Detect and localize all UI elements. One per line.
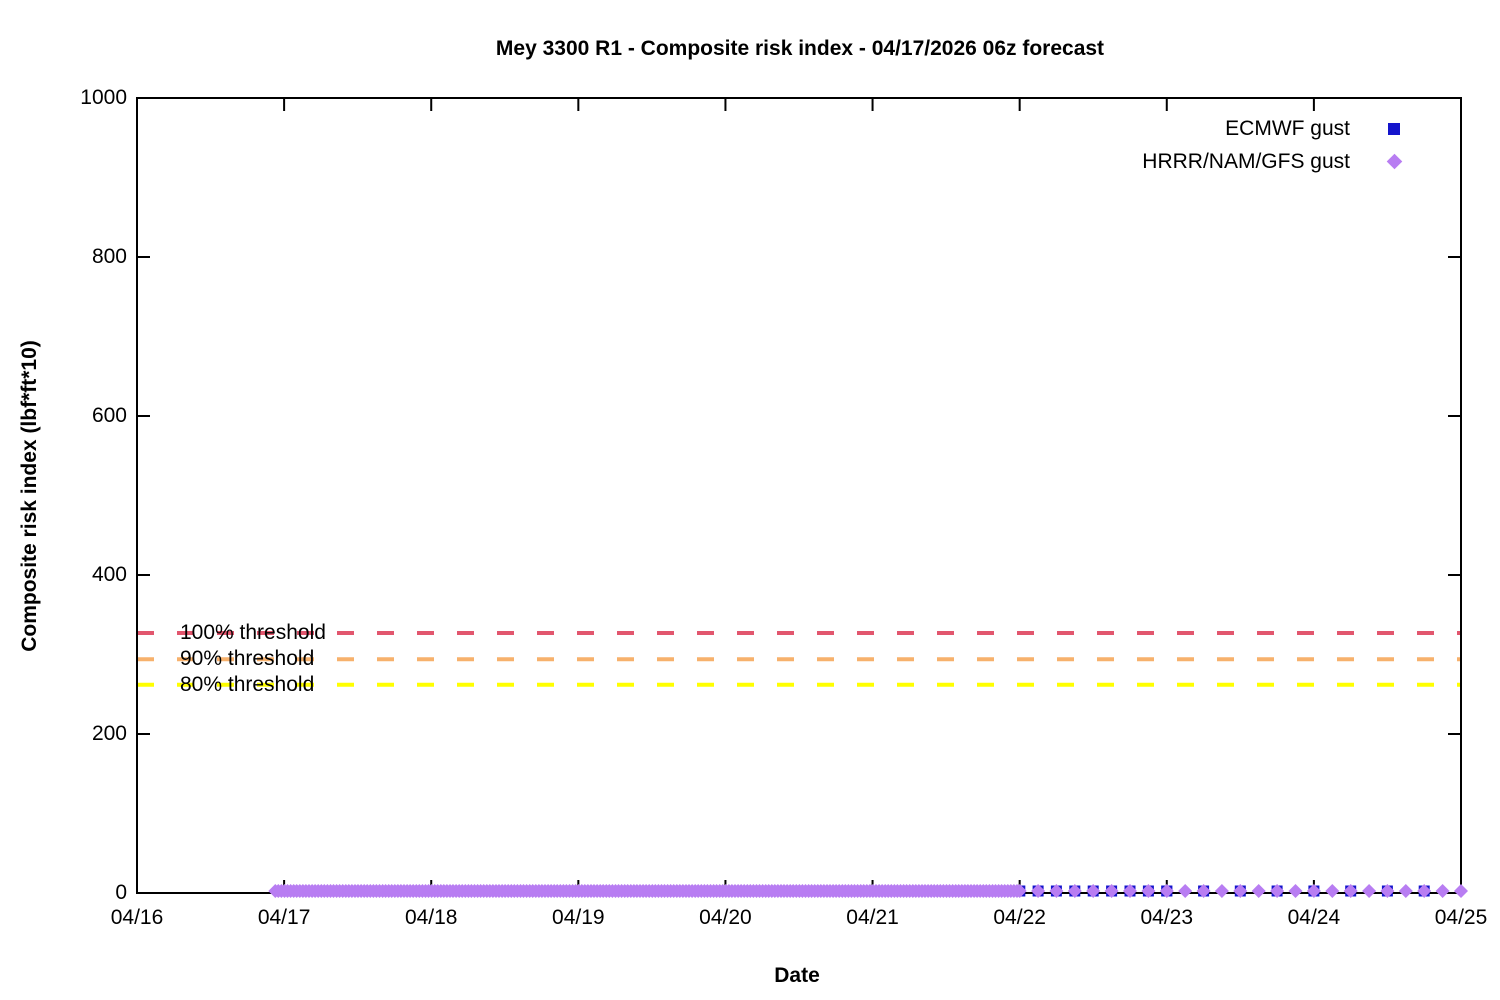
diamond-marker-icon bbox=[1386, 153, 1402, 170]
legend-item-ecmwf: ECMWF gust bbox=[1142, 112, 1412, 145]
x-tick-label: 04/19 bbox=[552, 906, 605, 929]
threshold-lines bbox=[137, 631, 1461, 687]
x-tick-label: 04/18 bbox=[404, 906, 458, 929]
plot-border bbox=[136, 97, 1462, 894]
legend: ECMWF gust HRRR/NAM/GFS gust bbox=[1142, 112, 1412, 178]
y-tick-label: 1000 bbox=[80, 86, 127, 109]
y-axis-label: Composite risk index (lbf*ft*10) bbox=[18, 340, 41, 652]
legend-label-hrrr-nam-gfs: HRRR/NAM/GFS gust bbox=[1142, 149, 1350, 173]
y-tick-label: 800 bbox=[91, 245, 127, 268]
x-tick-label: 04/25 bbox=[1434, 906, 1488, 929]
legend-marker-cell bbox=[1376, 122, 1412, 135]
x-tick-label: 04/22 bbox=[993, 906, 1046, 929]
y-tick-label: 600 bbox=[91, 404, 127, 427]
x-tick-label: 04/20 bbox=[699, 906, 752, 929]
chart-page: Mey 3300 R1 - Composite risk index - 04/… bbox=[0, 0, 1500, 1000]
chart-title: Mey 3300 R1 - Composite risk index - 04/… bbox=[495, 37, 1105, 60]
x-tick-label: 04/16 bbox=[110, 906, 164, 929]
legend-item-hrrr-nam-gfs: HRRR/NAM/GFS gust bbox=[1142, 145, 1412, 178]
legend-marker-cell bbox=[1376, 153, 1412, 170]
axis-ticks bbox=[136, 97, 1462, 894]
x-tick-label: 04/23 bbox=[1140, 906, 1194, 929]
x-axis-label: Date bbox=[774, 964, 820, 987]
square-marker-icon bbox=[1388, 122, 1400, 135]
y-tick-label: 200 bbox=[91, 722, 127, 745]
threshold-label-80-threshold: 80% threshold bbox=[180, 672, 315, 696]
threshold-label-90-threshold: 90% threshold bbox=[180, 647, 315, 671]
y-tick-label: 400 bbox=[91, 563, 127, 586]
y-tick-label: 0 bbox=[115, 881, 127, 904]
legend-label-ecmwf: ECMWF gust bbox=[1225, 116, 1350, 140]
x-tick-label: 04/24 bbox=[1287, 906, 1341, 929]
series-hrrr-nam-gfs-gust bbox=[268, 884, 1468, 898]
x-tick-label: 04/21 bbox=[846, 906, 899, 929]
threshold-label-100-threshold: 100% threshold bbox=[180, 621, 326, 645]
x-tick-label: 04/17 bbox=[257, 906, 311, 929]
